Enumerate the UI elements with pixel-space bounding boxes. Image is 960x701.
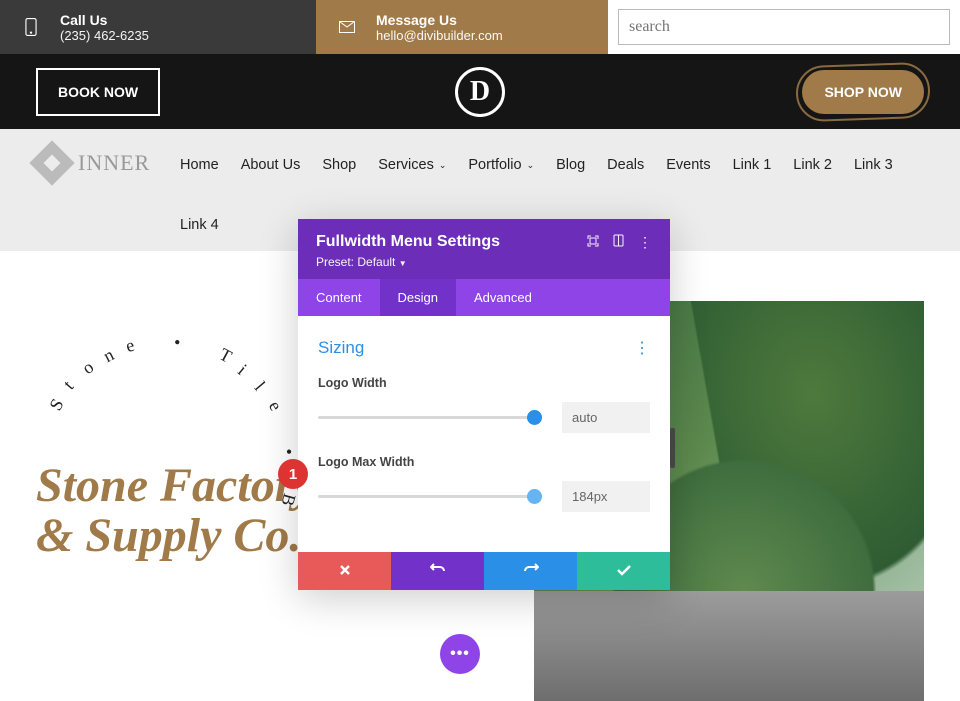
preset-dropdown[interactable]: Preset: Default ▼ (316, 255, 652, 269)
value-input-logo-width[interactable] (562, 402, 650, 433)
close-icon (339, 564, 351, 576)
search-section (608, 0, 960, 54)
nav-link-link-2[interactable]: Link 2 (793, 157, 832, 173)
chevron-down-icon: ⌄ (527, 160, 535, 171)
dots-icon: ••• (450, 645, 470, 663)
slider-logo-width[interactable] (318, 416, 542, 419)
redo-button[interactable] (484, 552, 577, 590)
nav-link-events[interactable]: Events (666, 157, 710, 173)
call-us-section[interactable]: Call Us (235) 462-6235 (0, 0, 316, 54)
brand-icon (29, 140, 74, 185)
nav-link-services[interactable]: Services⌄ (378, 157, 446, 173)
tab-content[interactable]: Content (298, 279, 380, 316)
message-title: Message Us (376, 12, 503, 28)
modal-title: Fullwidth Menu Settings (316, 233, 500, 251)
mail-icon (332, 21, 362, 33)
modal-tabs: ContentDesignAdvanced (298, 279, 670, 316)
nav-link-shop[interactable]: Shop (322, 157, 356, 173)
annotation-badge-1: 1 (278, 459, 308, 489)
nav-link-deals[interactable]: Deals (607, 157, 644, 173)
message-email: hello@divibuilder.com (376, 28, 503, 43)
phone-icon (16, 18, 46, 36)
shop-scribble-decoration (796, 61, 931, 122)
nav-link-portfolio[interactable]: Portfolio⌄ (468, 157, 534, 173)
scrollbar[interactable] (670, 428, 675, 468)
tab-design[interactable]: Design (380, 279, 456, 316)
check-icon (617, 565, 631, 576)
nav-links: Home About Us Shop Services⌄ Portfolio⌄ Blog D… (180, 153, 893, 173)
fab-menu[interactable]: ••• (440, 634, 480, 674)
nav-link-link-3[interactable]: Link 3 (854, 157, 893, 173)
nav-link-about-us[interactable]: About Us (241, 157, 301, 173)
brand-logo[interactable]: INNER (36, 147, 180, 179)
section-menu-icon[interactable]: ⋮ (634, 338, 650, 358)
book-now-button[interactable]: BOOK NOW (36, 68, 160, 116)
kebab-menu-icon[interactable]: ⋮ (638, 234, 652, 251)
slider-thumb[interactable] (527, 489, 542, 504)
shop-now-button[interactable]: SHOP NOW (802, 70, 924, 114)
field-label: Logo Width (318, 376, 650, 390)
undo-icon (430, 562, 446, 576)
nav-link-home[interactable]: Home (180, 157, 219, 173)
settings-modal: Fullwidth Menu Settings ⋮ Preset: Defaul… (298, 219, 670, 590)
nav-link-blog[interactable]: Blog (556, 157, 585, 173)
brand-name: INNER (78, 150, 150, 176)
value-input-logo-max-width[interactable] (562, 481, 650, 512)
field-label: Logo Max Width (318, 455, 650, 469)
expand-icon[interactable] (587, 234, 599, 251)
nav-link-link-1[interactable]: Link 1 (733, 157, 772, 173)
nav-link-link-4[interactable]: Link 4 (180, 217, 219, 233)
slider-thumb[interactable] (527, 410, 542, 425)
call-title: Call Us (60, 12, 149, 28)
section-title: Sizing (318, 338, 364, 358)
cancel-button[interactable] (298, 552, 391, 590)
tablet-icon[interactable] (613, 234, 624, 251)
confirm-button[interactable] (577, 552, 670, 590)
logo-icon[interactable]: D (455, 67, 505, 117)
message-us-section[interactable]: Message Us hello@divibuilder.com (316, 0, 608, 54)
chevron-down-icon: ⌄ (439, 160, 447, 171)
call-number: (235) 462-6235 (60, 28, 149, 43)
search-input[interactable] (618, 9, 950, 45)
undo-button[interactable] (391, 552, 484, 590)
tab-advanced[interactable]: Advanced (456, 279, 550, 316)
slider-logo-max-width[interactable] (318, 495, 542, 498)
redo-icon (523, 562, 539, 576)
